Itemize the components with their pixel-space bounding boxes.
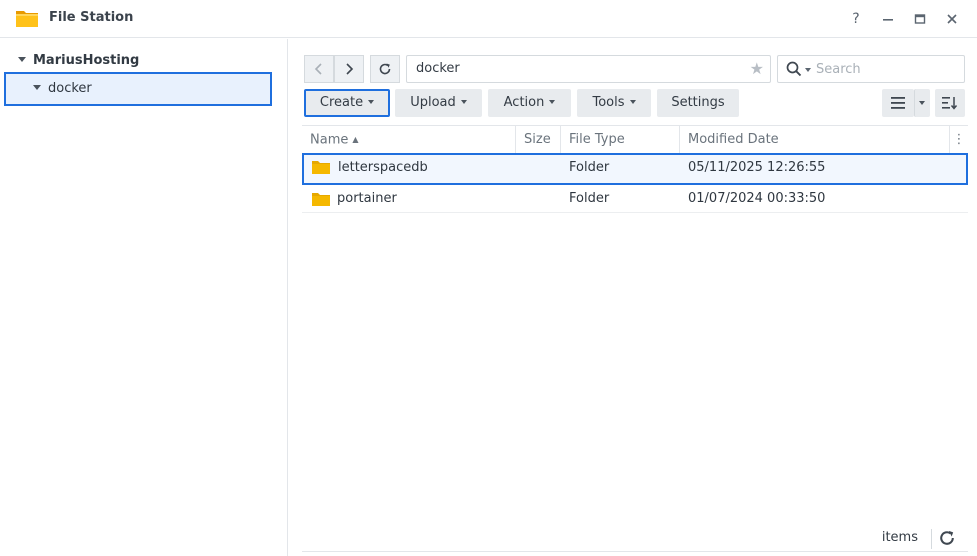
sidebar-item-docker[interactable]: docker [4, 72, 272, 106]
tree-root-label: MariusHosting [33, 53, 140, 68]
tools-button[interactable]: Tools [577, 89, 651, 117]
file-name: letterspacedb [338, 160, 428, 175]
window-title: File Station [49, 10, 134, 25]
column-file-type-label: File Type [569, 132, 625, 147]
column-options-icon[interactable]: ⋮ [950, 126, 968, 154]
refresh-icon[interactable] [938, 529, 956, 547]
table-row[interactable]: portainer Folder 01/07/2024 00:33:50 [302, 185, 968, 213]
settings-button[interactable]: Settings [657, 89, 739, 117]
column-header-size[interactable]: Size [516, 126, 561, 154]
list-view-button[interactable] [882, 89, 914, 117]
sort-ascending-icon: ▲ [352, 135, 359, 144]
tools-label: Tools [592, 95, 625, 110]
sidebar-item-label: docker [48, 81, 92, 96]
refresh-icon [379, 63, 391, 75]
upload-button[interactable]: Upload [395, 89, 482, 117]
search-input[interactable] [816, 59, 956, 79]
maximize-icon[interactable] [910, 9, 930, 29]
chevron-down-icon [549, 99, 556, 104]
path-bar[interactable]: docker ★ [406, 55, 771, 83]
minimize-icon[interactable] [878, 9, 898, 29]
chevron-down-icon[interactable] [33, 85, 41, 90]
refresh-button[interactable] [370, 55, 400, 83]
chevron-down-icon[interactable] [805, 68, 811, 72]
column-modified-label: Modified Date [688, 132, 779, 147]
sort-button[interactable] [935, 89, 965, 117]
sort-icon [942, 97, 958, 110]
footer-divider [931, 529, 932, 549]
search-icon[interactable] [786, 61, 802, 77]
forward-button[interactable] [334, 55, 364, 83]
file-type: Folder [569, 160, 610, 175]
path-text: docker [416, 61, 460, 76]
create-label: Create [319, 95, 364, 110]
column-header-file-type[interactable]: File Type [561, 126, 680, 154]
search-box[interactable] [777, 55, 965, 83]
file-type: Folder [569, 191, 610, 206]
action-label: Action [503, 95, 545, 110]
file-modified-date: 05/11/2025 12:26:55 [688, 160, 826, 175]
file-station-icon [16, 11, 38, 27]
items-count-label: items [881, 530, 918, 545]
chevron-down-icon [919, 101, 925, 105]
column-header-name[interactable]: Name ▲ [302, 126, 516, 154]
tree-root-mariushosting[interactable]: MariusHosting [18, 53, 139, 68]
close-icon[interactable] [942, 9, 962, 29]
folder-icon [312, 193, 330, 206]
create-button[interactable]: Create [304, 89, 390, 117]
list-view-icon [891, 97, 905, 109]
folder-icon [312, 161, 330, 174]
table-row[interactable]: letterspacedb Folder 05/11/2025 12:26:55 [302, 153, 968, 185]
column-size-label: Size [524, 132, 551, 147]
file-name: portainer [337, 191, 397, 206]
settings-label: Settings [671, 95, 725, 110]
view-options-dropdown[interactable] [914, 89, 930, 117]
upload-label: Upload [410, 95, 456, 110]
file-modified-date: 01/07/2024 00:33:50 [688, 191, 826, 206]
chevron-down-icon [368, 99, 375, 104]
chevron-down-icon [460, 99, 467, 104]
help-icon[interactable]: ? [846, 9, 866, 29]
back-button[interactable] [304, 55, 334, 83]
action-button[interactable]: Action [488, 89, 571, 117]
table-header: Name ▲ Size File Type Modified Date ⋮ [302, 125, 968, 155]
column-name-label: Name [310, 132, 349, 148]
column-header-modified-date[interactable]: Modified Date [680, 126, 950, 154]
sidebar: MariusHosting docker [0, 39, 288, 556]
chevron-down-icon[interactable] [18, 57, 26, 62]
star-icon[interactable]: ★ [750, 56, 764, 82]
chevron-down-icon [629, 99, 636, 104]
status-bar: items [302, 526, 968, 552]
title-bar: File Station ? [0, 0, 977, 38]
